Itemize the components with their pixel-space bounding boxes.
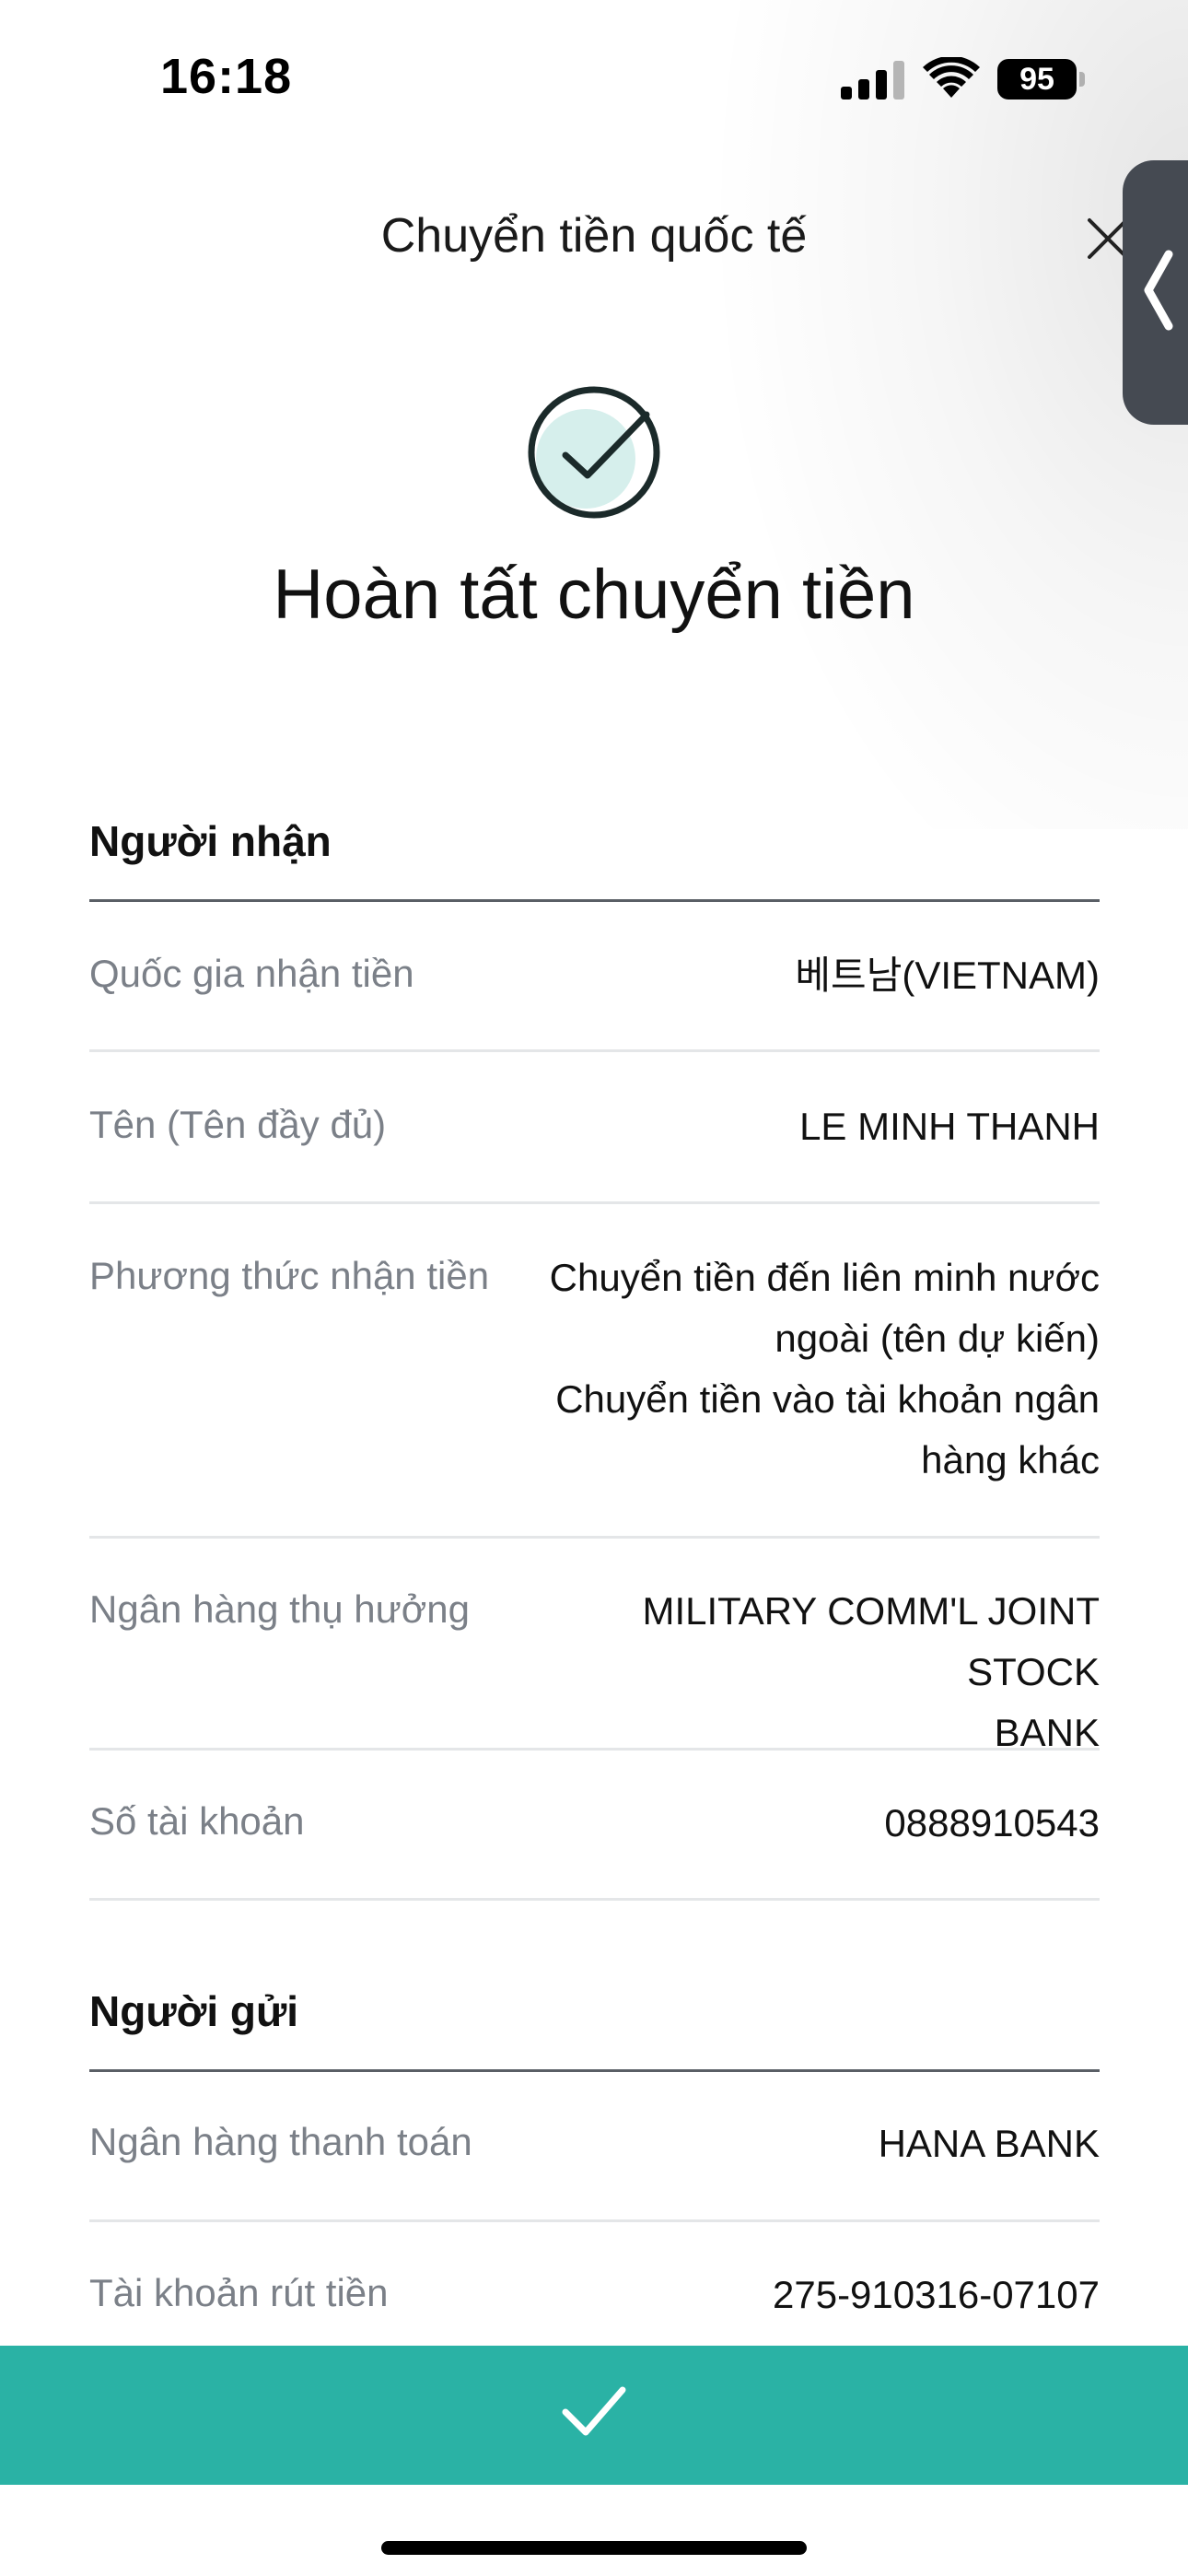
receive-method-label: Phương thức nhận tiền [89, 1254, 490, 1297]
side-panel-tab[interactable] [1123, 160, 1188, 425]
page-title: Chuyển tiền quốc tế [380, 209, 808, 263]
row-divider [89, 2219, 1100, 2222]
battery-tip [1079, 72, 1085, 87]
wifi-icon [923, 57, 980, 98]
recipient-name-label: Tên (Tên đầy đủ) [89, 1103, 387, 1146]
home-indicator [381, 2541, 807, 2555]
row-divider [89, 1201, 1100, 1204]
confirm-button[interactable] [0, 2346, 1188, 2485]
withdrawal-account-value: 275-910316-07107 [773, 2273, 1100, 2316]
receiving-country-label: Quốc gia nhận tiền [89, 952, 414, 995]
withdrawal-account-label: Tài khoản rút tiền [89, 2271, 389, 2314]
account-number-label: Số tài khoản [89, 1799, 305, 1843]
chevron-left-icon [1144, 250, 1173, 331]
row-divider [89, 1536, 1100, 1539]
beneficiary-bank-value: MILITARY COMM'L JOINT STOCK BANK [642, 1589, 1100, 1754]
beneficiary-bank-label: Ngân hàng thụ hưởng [89, 1587, 470, 1631]
paying-bank-label: Ngân hàng thanh toán [89, 2120, 472, 2163]
check-circle-icon [528, 386, 660, 519]
battery-icon: 95 [997, 59, 1086, 100]
section-divider [89, 899, 1100, 902]
recipient-section-title: Người nhận [89, 817, 332, 865]
cellular-signal-icon [841, 61, 904, 100]
recipient-name-value: LE MINH THANH [799, 1105, 1100, 1148]
receive-method-value: Chuyển tiền đến liên minh nước ngoài (tê… [549, 1256, 1100, 1481]
account-number-value: 0888910543 [884, 1801, 1100, 1844]
battery-level: 95 [997, 59, 1077, 100]
row-divider [89, 1748, 1100, 1751]
completion-title: Hoàn tất chuyển tiền [273, 556, 915, 634]
sender-section-title: Người gửi [89, 1987, 299, 2035]
paying-bank-value: HANA BANK [878, 2122, 1100, 2165]
receiving-country-value: 베트남(VIETNAM) [795, 954, 1100, 997]
status-time: 16:18 [160, 49, 293, 104]
checkmark-icon [562, 2386, 626, 2436]
row-divider [89, 1898, 1100, 1901]
row-divider [89, 1049, 1100, 1052]
section-divider [89, 2069, 1100, 2072]
